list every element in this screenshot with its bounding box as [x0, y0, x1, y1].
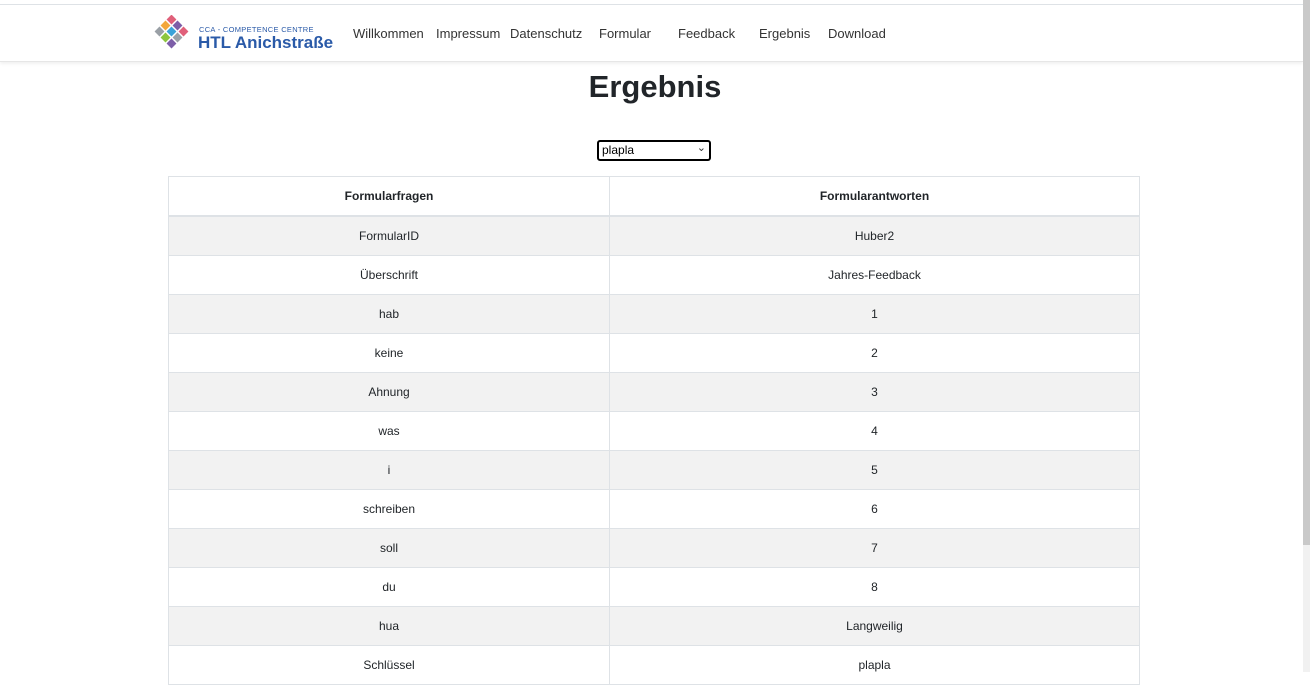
- form-select-dropdown[interactable]: plapla ⌄: [597, 140, 711, 161]
- question-cell: Überschrift: [168, 255, 610, 295]
- question-cell: hab: [168, 294, 610, 334]
- table-row: Überschrift Jahres-Feedback: [168, 255, 1140, 295]
- answer-cell: 4: [609, 411, 1140, 451]
- table-row: soll 7: [168, 528, 1140, 568]
- table-row: hab 1: [168, 294, 1140, 334]
- nav-download[interactable]: Download: [828, 26, 886, 41]
- nav-formular[interactable]: Formular: [599, 26, 651, 41]
- htl-logo-icon: [154, 15, 189, 49]
- question-cell: i: [168, 450, 610, 490]
- question-cell: hua: [168, 606, 610, 646]
- chevron-down-icon: ⌄: [696, 142, 706, 154]
- question-cell: Schlüssel: [168, 645, 610, 685]
- table-row: Schlüssel plapla: [168, 645, 1140, 685]
- answer-cell: 7: [609, 528, 1140, 568]
- table-header-row: Formularfragen Formularantworten: [168, 176, 1140, 217]
- answer-cell: Jahres-Feedback: [609, 255, 1140, 295]
- question-cell: du: [168, 567, 610, 607]
- table-row: schreiben 6: [168, 489, 1140, 529]
- answer-cell: 2: [609, 333, 1140, 373]
- column-header-answers: Formularantworten: [609, 176, 1140, 217]
- answer-cell: 6: [609, 489, 1140, 529]
- question-cell: soll: [168, 528, 610, 568]
- table-row: i 5: [168, 450, 1140, 490]
- nav-datenschutz[interactable]: Datenschutz: [510, 26, 582, 41]
- nav-ergebnis[interactable]: Ergebnis: [759, 26, 810, 41]
- question-cell: keine: [168, 333, 610, 373]
- answer-cell: 3: [609, 372, 1140, 412]
- brand-name: HTL Anichstraße: [198, 33, 334, 52]
- page-title: Ergebnis: [588, 69, 722, 104]
- table-row: Ahnung 3: [168, 372, 1140, 412]
- answer-cell: 1: [609, 294, 1140, 334]
- question-cell: FormularID: [168, 215, 610, 256]
- brand-logo[interactable]: CCA - COMPETENCE CENTRE HTL Anichstraße: [153, 15, 343, 55]
- results-table: Formularfragen Formularantworten Formula…: [168, 176, 1140, 685]
- table-row: keine 2: [168, 333, 1140, 373]
- answer-cell: Langweilig: [609, 606, 1140, 646]
- table-row: FormularID Huber2: [168, 215, 1140, 256]
- select-value: plapla: [602, 143, 635, 157]
- answer-cell: 8: [609, 567, 1140, 607]
- question-cell: was: [168, 411, 610, 451]
- column-header-questions: Formularfragen: [168, 176, 610, 217]
- question-cell: schreiben: [168, 489, 610, 529]
- answer-cell: 5: [609, 450, 1140, 490]
- table-row: du 8: [168, 567, 1140, 607]
- answer-cell: Huber2: [609, 215, 1140, 256]
- table-row: hua Langweilig: [168, 606, 1140, 646]
- answer-cell: plapla: [609, 645, 1140, 685]
- nav-impressum[interactable]: Impressum: [436, 26, 500, 41]
- navbar: CCA - COMPETENCE CENTRE HTL Anichstraße …: [0, 5, 1303, 62]
- table-row: was 4: [168, 411, 1140, 451]
- nav-willkommen[interactable]: Willkommen: [353, 26, 424, 41]
- question-cell: Ahnung: [168, 372, 610, 412]
- nav-feedback[interactable]: Feedback: [678, 26, 735, 41]
